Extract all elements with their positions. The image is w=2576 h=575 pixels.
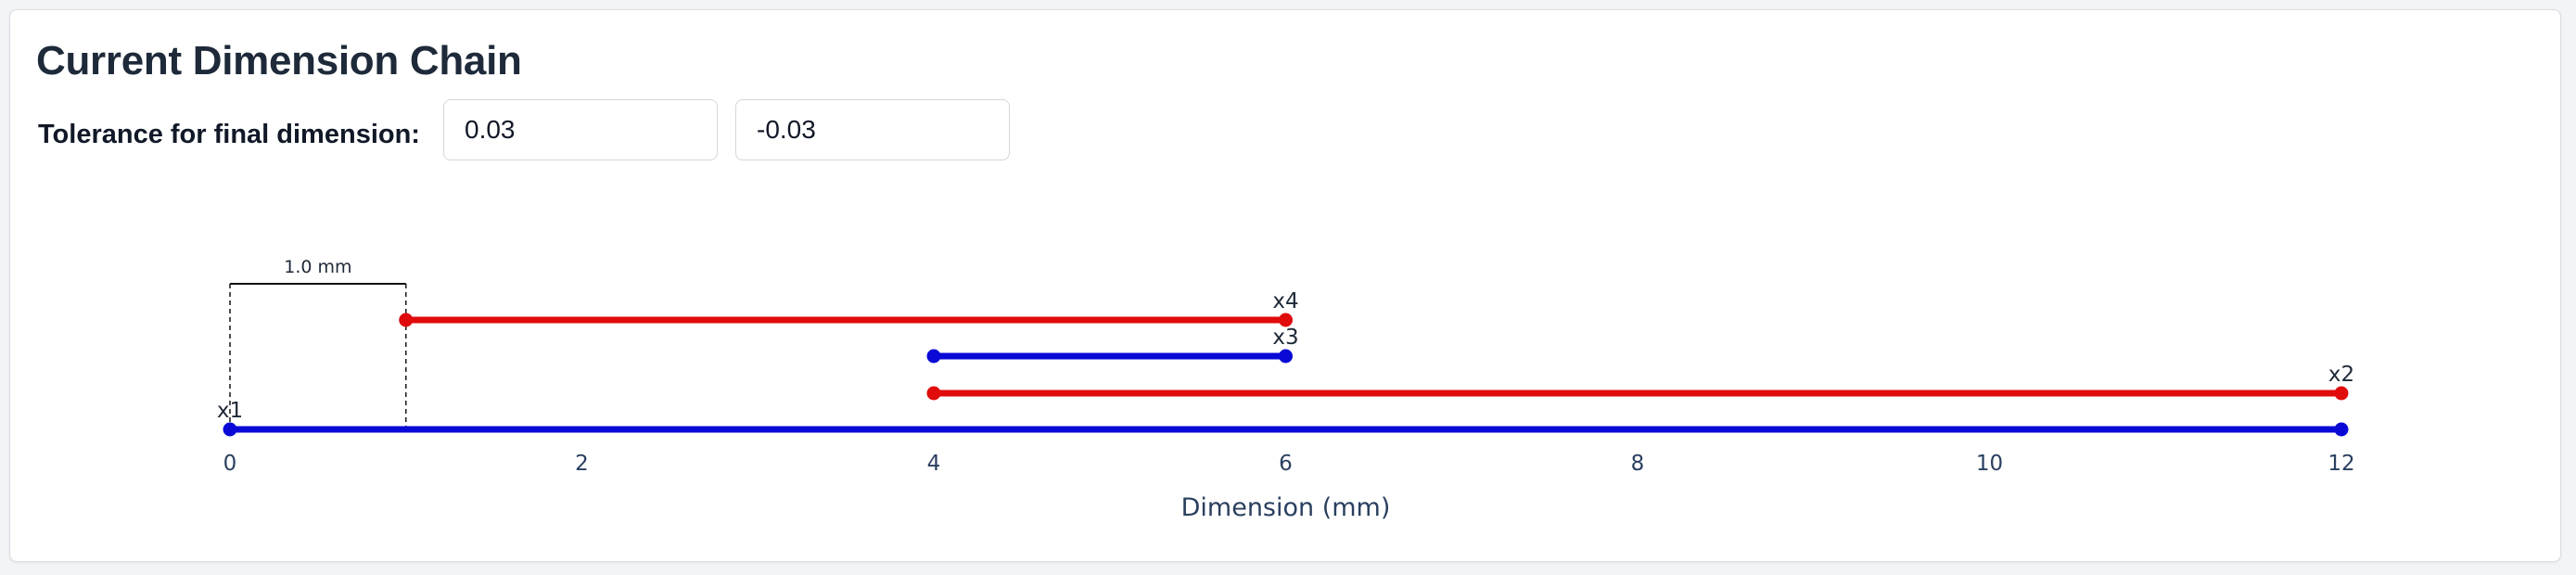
- segment-label: x2: [2328, 363, 2354, 387]
- segment-label: x1: [217, 399, 243, 423]
- segment-end-point: [1279, 313, 1293, 327]
- x-tick-label: 10: [1976, 452, 2003, 476]
- scale-label: 1.0 mm: [284, 257, 351, 277]
- segment-label: x4: [1272, 289, 1298, 313]
- dimension-chain-chart: 1.0 mm x1 x2 x3 x4 0 2 4 6 8 10 12 Dimension (mm): [217, 257, 2355, 522]
- x-tick-label: 8: [1631, 452, 1645, 476]
- x-tick-label: 4: [927, 452, 941, 476]
- segment-start-point: [926, 386, 941, 401]
- segment-end-point: [2334, 386, 2349, 401]
- segment-end-point: [1279, 349, 1293, 364]
- segment-x4: x4: [399, 289, 1299, 327]
- segment-label: x3: [1272, 326, 1298, 350]
- segment-start-point: [399, 313, 414, 327]
- dimension-chain-card: Current Dimension Chain Tolerance for fi…: [9, 9, 2561, 562]
- x-tick-label: 0: [223, 452, 237, 476]
- segment-end-point: [2334, 422, 2349, 437]
- x-tick-label: 12: [2327, 452, 2354, 476]
- segment-x2: x2: [926, 363, 2354, 401]
- segment-start-point: [223, 422, 237, 437]
- x-tick-label: 6: [1279, 452, 1293, 476]
- segment-start-point: [926, 349, 941, 364]
- segment-x1: x1: [217, 399, 2349, 437]
- segment-x3: x3: [926, 326, 1299, 364]
- x-tick-label: 2: [575, 452, 589, 476]
- x-axis-title: Dimension (mm): [1181, 493, 1391, 522]
